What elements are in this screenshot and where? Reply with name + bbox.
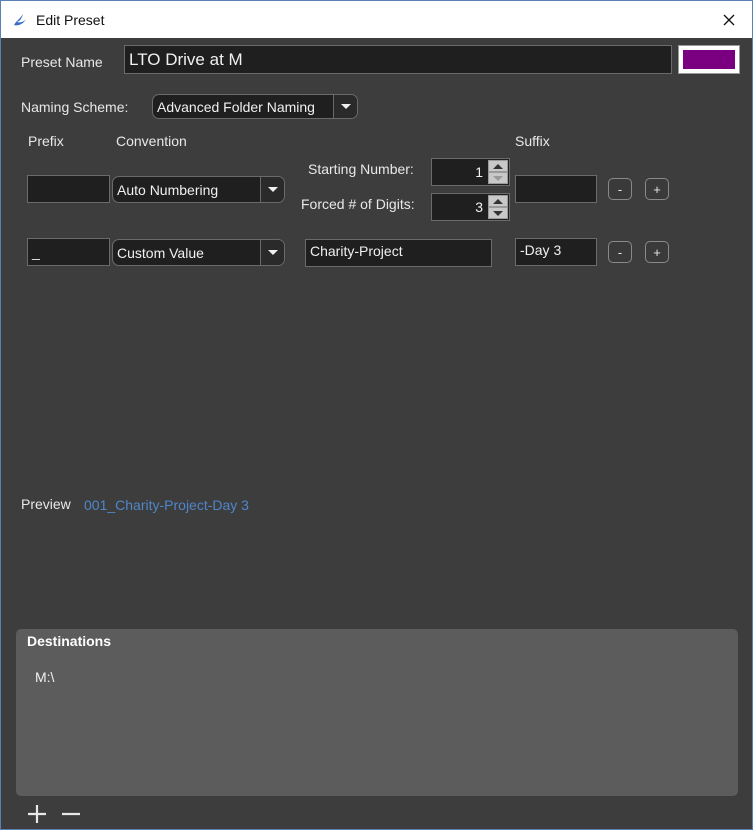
- convention-header: Convention: [116, 133, 187, 149]
- add-destination-icon[interactable]: [25, 802, 49, 826]
- row2-prefix-input[interactable]: _: [27, 238, 110, 266]
- row1-remove-button[interactable]: -: [608, 178, 632, 200]
- preview-label: Preview: [21, 496, 71, 512]
- preset-color-swatch: [683, 50, 735, 69]
- row2-custom-value: Charity-Project: [310, 243, 403, 259]
- edit-preset-window: Edit Preset Preset Name LTO Drive at M N…: [0, 0, 753, 830]
- preset-name-value: LTO Drive at M: [129, 50, 243, 69]
- forced-digits-label: Forced # of Digits:: [301, 196, 415, 212]
- preset-color-picker[interactable]: [678, 45, 740, 74]
- title-bar: Edit Preset: [1, 1, 752, 38]
- preset-name-input[interactable]: LTO Drive at M: [124, 45, 672, 74]
- row2-add-button[interactable]: +: [645, 241, 669, 263]
- prefix-header: Prefix: [28, 133, 64, 149]
- row2-remove-button[interactable]: -: [608, 241, 632, 263]
- row2-convention-arrow[interactable]: [260, 240, 284, 265]
- starting-number-spinner[interactable]: 1: [431, 158, 510, 186]
- starting-number-up[interactable]: [488, 160, 508, 172]
- row1-convention-arrow[interactable]: [260, 177, 284, 202]
- chevron-up-icon: [493, 198, 503, 204]
- forced-digits-down[interactable]: [488, 207, 508, 219]
- app-logo-icon: [14, 14, 26, 26]
- close-icon: [723, 14, 735, 25]
- naming-scheme-dropdown[interactable]: Advanced Folder Naming: [152, 94, 358, 119]
- starting-number-value: 1: [475, 164, 483, 180]
- destination-item[interactable]: M:\: [35, 669, 54, 685]
- starting-number-down[interactable]: [488, 172, 508, 184]
- remove-destination-icon[interactable]: [59, 802, 83, 826]
- row1-convention-value: Auto Numbering: [117, 181, 219, 198]
- row2-custom-value-input[interactable]: Charity-Project: [305, 239, 492, 267]
- row2-suffix-value: -Day 3: [520, 242, 562, 258]
- close-button[interactable]: [706, 1, 752, 38]
- forced-digits-up[interactable]: [488, 195, 508, 207]
- forced-digits-spinner[interactable]: 3: [431, 193, 510, 221]
- chevron-up-icon: [493, 163, 503, 169]
- chevron-down-icon: [267, 250, 278, 255]
- row2-prefix-value: _: [32, 244, 40, 260]
- row1-prefix-input[interactable]: [27, 175, 110, 203]
- row1-suffix-input[interactable]: [515, 175, 597, 203]
- row2-convention-value: Custom Value: [117, 244, 204, 261]
- starting-number-label: Starting Number:: [308, 161, 414, 177]
- naming-scheme-label: Naming Scheme:: [21, 99, 129, 115]
- suffix-header: Suffix: [515, 133, 550, 149]
- window-title: Edit Preset: [36, 12, 105, 28]
- chevron-down-icon: [493, 210, 503, 216]
- row1-convention-dropdown[interactable]: Auto Numbering: [112, 176, 285, 203]
- chevron-down-icon: [340, 104, 351, 109]
- preset-name-label: Preset Name: [21, 54, 103, 70]
- naming-scheme-value: Advanced Folder Naming: [157, 98, 315, 115]
- destination-tools: [25, 802, 83, 826]
- forced-digits-value: 3: [475, 199, 483, 215]
- row1-add-button[interactable]: +: [645, 178, 669, 200]
- row2-convention-dropdown[interactable]: Custom Value: [112, 239, 285, 266]
- destinations-panel: Destinations M:\: [16, 629, 738, 796]
- chevron-down-icon: [267, 187, 278, 192]
- chevron-down-icon: [493, 175, 503, 181]
- naming-scheme-arrow[interactable]: [333, 95, 357, 118]
- preview-value: 001_Charity-Project-Day 3: [84, 497, 249, 513]
- row2-suffix-input[interactable]: -Day 3: [515, 238, 597, 266]
- destinations-title: Destinations: [27, 633, 112, 649]
